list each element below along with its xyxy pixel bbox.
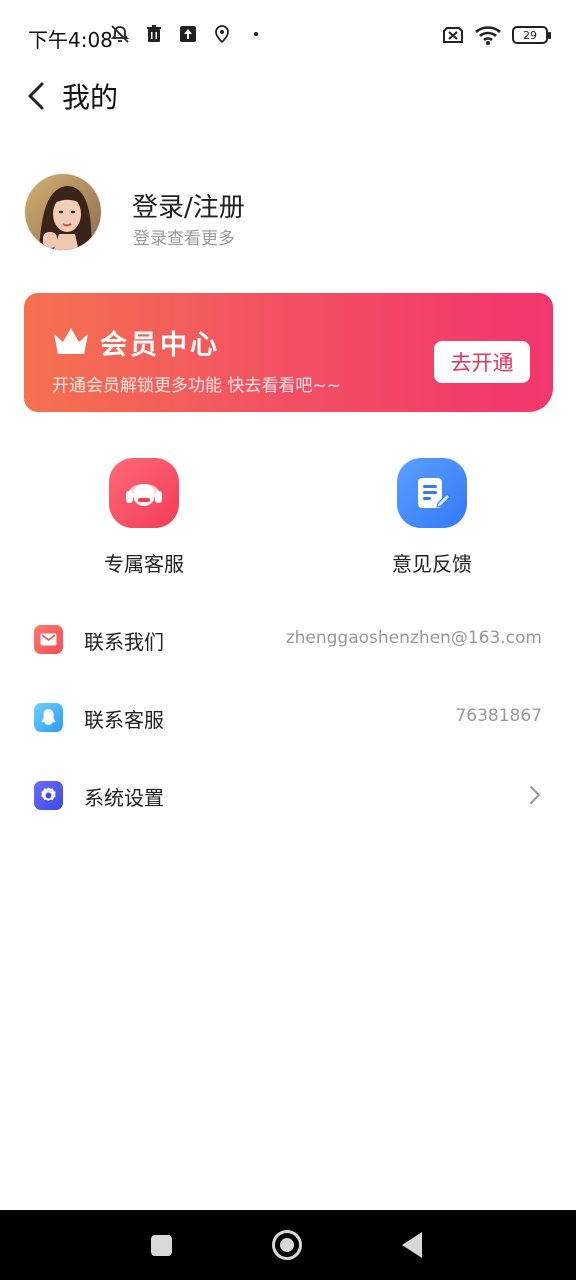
feedback-label: 意见反馈 xyxy=(392,552,472,576)
upload-icon xyxy=(180,26,196,42)
crown-icon xyxy=(54,328,88,354)
status-icons-left xyxy=(110,24,258,44)
contact-us-label: 联系我们 xyxy=(84,630,164,654)
header: 我的 xyxy=(0,72,576,120)
note-edit-icon xyxy=(397,458,467,528)
chevron-right-icon xyxy=(530,786,540,804)
battery-icon: 29 xyxy=(512,26,551,44)
page-title: 我的 xyxy=(62,81,119,114)
contact-service-label: 联系客服 xyxy=(84,708,164,732)
list-item-contact-service[interactable]: 联系客服 76381867 xyxy=(0,687,576,747)
avatar[interactable] xyxy=(24,173,102,251)
dot-icon xyxy=(254,32,258,36)
mail-icon xyxy=(34,625,63,654)
member-center-title: 会员中心 xyxy=(100,330,220,361)
login-register-link[interactable]: 登录/注册 xyxy=(132,187,245,224)
muted-bell-icon xyxy=(110,25,130,43)
status-time: 下午4:08 xyxy=(28,28,113,52)
exclusive-service-button[interactable]: 专属客服 xyxy=(74,458,214,578)
qq-icon xyxy=(34,703,63,732)
service-qq-number: 76381867 xyxy=(455,706,542,726)
back-button[interactable] xyxy=(402,1232,422,1258)
feedback-button[interactable]: 意见反馈 xyxy=(362,458,502,578)
battery-level: 29 xyxy=(523,28,537,42)
avatar-image xyxy=(25,174,101,250)
login-subtitle: 登录查看更多 xyxy=(133,229,235,249)
exclusive-service-label: 专属客服 xyxy=(104,552,184,576)
profile-section[interactable]: 登录/注册 登录查看更多 xyxy=(24,173,552,253)
contact-email: zhenggaoshenzhen@163.com xyxy=(285,628,542,648)
home-button[interactable] xyxy=(272,1230,302,1260)
trash-icon xyxy=(147,25,161,42)
list-item-contact-us[interactable]: 联系我们 zhenggaoshenzhen@163.com xyxy=(0,609,576,669)
recent-apps-button[interactable] xyxy=(151,1235,172,1256)
status-icons-right: 29 xyxy=(442,24,551,46)
member-center-card[interactable]: 会员中心 开通会员解锁更多功能 快去看看吧~~ 去开通 xyxy=(24,293,553,412)
no-sim-icon xyxy=(443,27,463,43)
wifi-icon xyxy=(475,26,501,45)
list-item-system-settings[interactable]: 系统设置 xyxy=(0,765,576,825)
location-icon xyxy=(215,25,229,44)
status-bar: 下午4:08 29 xyxy=(0,0,576,72)
system-nav-bar xyxy=(0,1210,576,1280)
activate-membership-button[interactable]: 去开通 xyxy=(434,341,530,383)
settings-icon xyxy=(34,781,63,810)
headset-icon xyxy=(109,458,179,528)
back-arrow-icon[interactable] xyxy=(24,80,52,112)
member-center-subtitle: 开通会员解锁更多功能 快去看看吧~~ xyxy=(52,376,341,396)
system-settings-label: 系统设置 xyxy=(84,786,164,810)
